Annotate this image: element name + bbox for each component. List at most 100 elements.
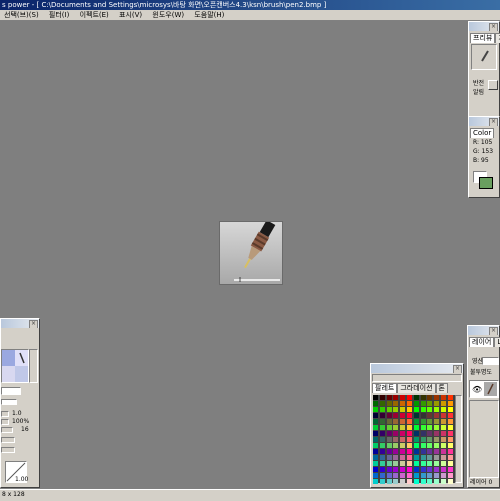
palette-swatch[interactable]: [427, 425, 433, 430]
palette-swatch[interactable]: [400, 455, 406, 460]
option-slider-5[interactable]: [1, 447, 15, 453]
palette-swatch[interactable]: [447, 395, 453, 400]
palette-swatch[interactable]: [393, 461, 399, 466]
palette-swatch[interactable]: [386, 401, 392, 406]
menu-view[interactable]: 표시(V): [115, 10, 146, 20]
close-icon[interactable]: ×: [489, 118, 498, 126]
palette-swatch[interactable]: [413, 401, 419, 406]
palette-swatch[interactable]: [447, 419, 453, 424]
palette-swatch[interactable]: [447, 437, 453, 442]
palette-swatch[interactable]: [427, 461, 433, 466]
palette-swatch[interactable]: [400, 425, 406, 430]
palette-swatch[interactable]: [393, 425, 399, 430]
palette-swatch[interactable]: [373, 413, 378, 418]
tab-layer[interactable]: 레이어: [469, 337, 495, 347]
palette-swatch[interactable]: [434, 455, 440, 460]
palette-swatch[interactable]: [373, 479, 378, 484]
palette-swatch[interactable]: [413, 407, 419, 412]
palette-swatch[interactable]: [447, 461, 453, 466]
palette-swatch[interactable]: [373, 467, 378, 472]
palette-swatch[interactable]: [441, 437, 446, 442]
size-slider[interactable]: [1, 411, 9, 417]
palette-swatch[interactable]: [420, 413, 426, 418]
palette-swatch[interactable]: [379, 431, 385, 436]
palette-swatch[interactable]: [434, 449, 440, 454]
palette-swatch[interactable]: [393, 401, 399, 406]
palette-swatch[interactable]: [407, 395, 412, 400]
palette-swatch[interactable]: [407, 473, 412, 478]
palette-swatch[interactable]: [386, 437, 392, 442]
palette-swatch[interactable]: [434, 431, 440, 436]
tool-name-field[interactable]: [1, 387, 21, 395]
palette-swatch[interactable]: [400, 437, 406, 442]
palette-swatch[interactable]: [427, 449, 433, 454]
palette-swatch[interactable]: [447, 467, 453, 472]
palette-swatch[interactable]: [386, 479, 392, 484]
palette-swatch[interactable]: [373, 431, 378, 436]
palette-swatch[interactable]: [373, 443, 378, 448]
palette-swatch[interactable]: [447, 473, 453, 478]
menu-filter[interactable]: 필터(I): [45, 10, 73, 20]
palette-swatch[interactable]: [413, 413, 419, 418]
palette-swatch[interactable]: [447, 455, 453, 460]
palette-swatch[interactable]: [413, 437, 419, 442]
palette-swatch[interactable]: [413, 455, 419, 460]
palette-swatch[interactable]: [420, 455, 426, 460]
palette-swatch[interactable]: [427, 413, 433, 418]
palette-swatch[interactable]: [447, 425, 453, 430]
palette-swatch[interactable]: [420, 395, 426, 400]
palette-swatch[interactable]: [386, 461, 392, 466]
palette-swatch[interactable]: [386, 407, 392, 412]
palette-swatch[interactable]: [379, 419, 385, 424]
palette-swatch[interactable]: [373, 473, 378, 478]
palette-swatch[interactable]: [407, 455, 412, 460]
palette-swatch[interactable]: [420, 479, 426, 484]
palette-swatch[interactable]: [420, 467, 426, 472]
palette-swatch[interactable]: [427, 401, 433, 406]
palette-swatch[interactable]: [441, 431, 446, 436]
palette-swatch[interactable]: [441, 401, 446, 406]
palette-swatch[interactable]: [413, 425, 419, 430]
palette-swatch[interactable]: [447, 449, 453, 454]
tool-option-field[interactable]: [1, 399, 17, 405]
palette-swatch[interactable]: [407, 425, 412, 430]
palette-swatch[interactable]: [400, 449, 406, 454]
palette-swatch[interactable]: [400, 395, 406, 400]
palette-swatch[interactable]: [373, 455, 378, 460]
palette-swatch[interactable]: [373, 395, 378, 400]
palette-swatch[interactable]: [379, 425, 385, 430]
palette-swatch[interactable]: [441, 479, 446, 484]
palette-swatch[interactable]: [373, 401, 378, 406]
canvas-image[interactable]: [219, 220, 283, 285]
palette-swatch[interactable]: [400, 401, 406, 406]
tab-gradient[interactable]: 그라데이션: [397, 383, 436, 393]
palette-swatch[interactable]: [400, 467, 406, 472]
palette-swatch[interactable]: [420, 425, 426, 430]
palette-swatch[interactable]: [441, 443, 446, 448]
palette-swatch[interactable]: [379, 407, 385, 412]
palette-swatch[interactable]: [400, 473, 406, 478]
palette-swatch[interactable]: [441, 473, 446, 478]
palette-swatch[interactable]: [427, 437, 433, 442]
palette-swatch[interactable]: [407, 419, 412, 424]
palette-swatch[interactable]: [379, 479, 385, 484]
palette-swatch[interactable]: [441, 425, 446, 430]
brush-thumb-grid[interactable]: [1, 349, 29, 383]
palette-swatch[interactable]: [413, 461, 419, 466]
palette-swatch[interactable]: [373, 419, 378, 424]
palette-swatch[interactable]: [386, 473, 392, 478]
palette-swatch[interactable]: [427, 443, 433, 448]
palette-swatch[interactable]: [434, 479, 440, 484]
palette-swatch-grid[interactable]: [373, 395, 455, 484]
palette-swatch[interactable]: [373, 437, 378, 442]
palette-swatch[interactable]: [379, 401, 385, 406]
palette-swatch[interactable]: [434, 473, 440, 478]
palette-swatch[interactable]: [434, 425, 440, 430]
palette-swatch[interactable]: [420, 437, 426, 442]
layer-row[interactable]: 👁: [469, 380, 499, 398]
palette-swatch[interactable]: [420, 443, 426, 448]
tab-preview[interactable]: 프리뷰: [470, 33, 496, 43]
palette-swatch[interactable]: [420, 419, 426, 424]
palette-swatch[interactable]: [413, 449, 419, 454]
palette-swatch[interactable]: [379, 455, 385, 460]
